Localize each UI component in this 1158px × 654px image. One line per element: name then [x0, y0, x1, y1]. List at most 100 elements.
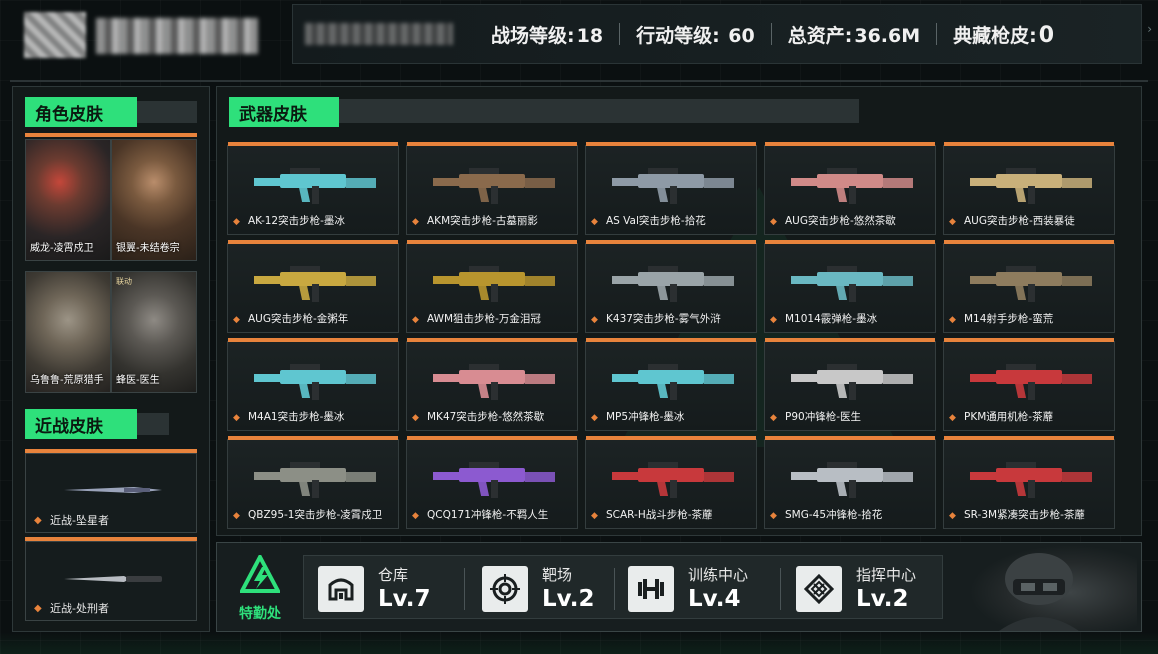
left-panel: 角色皮肤 威龙-凌霄戍卫 银翼-未结卷宗 乌鲁鲁-荒原猎手 联动 蜂医-医生 近… [12, 86, 210, 632]
stat-value: 60 [728, 24, 755, 47]
player-header: 战场等级: 18 行动等级: 60 总资产: 36.6M 典藏枪皮:0 › [0, 0, 1158, 76]
weapon-card[interactable]: ◆ AWM狙击步枪-万金泪冠 [406, 240, 578, 333]
weapon-icon [970, 168, 1092, 204]
orange-accent [944, 240, 1114, 244]
avatar[interactable] [24, 12, 86, 58]
orange-accent [228, 240, 398, 244]
weapon-card[interactable]: ◆ AUG突击步枪-悠然茶歇 [764, 142, 936, 235]
rarity-gem-icon: ◆ [770, 413, 777, 423]
weapon-card[interactable]: ◆ QCQ171冲锋枪-不羁人生 [406, 436, 578, 529]
rarity-gem-icon: ◆ [233, 315, 240, 325]
facility-training-center[interactable]: 训练中心 Lv.4 [628, 564, 788, 612]
melee-name: 近战-坠星者 [50, 514, 109, 527]
rarity-gem-icon: ◆ [233, 511, 240, 521]
rarity-gem-icon: ◆ [412, 413, 419, 423]
orange-accent [944, 436, 1114, 440]
orange-accent [228, 436, 398, 440]
facility-name: 靶场 [542, 566, 573, 584]
weapon-name: AWM狙击步枪-万金泪冠 [427, 313, 541, 325]
warehouse-icon [318, 566, 364, 612]
weapon-card[interactable]: ◆ SMG-45冲锋枪-拾花 [764, 436, 936, 529]
weapon-name: PKM通用机枪-茶蘼 [964, 411, 1054, 423]
facility-range[interactable]: 靶场 Lv.2 [482, 564, 622, 612]
weapon-name: AKM突击步枪-古墓丽影 [427, 215, 538, 227]
stat-label: 典藏枪皮: [953, 24, 1037, 47]
character-name: 银翼-未结卷宗 [116, 243, 180, 254]
command-icon [796, 566, 842, 612]
weapon-icon [791, 462, 913, 498]
weapon-icon [612, 168, 734, 204]
character-name: 乌鲁鲁-荒原猎手 [30, 375, 104, 386]
melee-card[interactable]: ◆ 近战-坠星者 [25, 453, 197, 533]
weapon-card[interactable]: ◆ M1014霰弹枪-墨冰 [764, 240, 936, 333]
orange-accent [944, 338, 1114, 342]
knife-icon [64, 576, 162, 582]
weapon-icon [254, 462, 376, 498]
weapon-icon [433, 364, 555, 400]
weapon-card[interactable]: ◆ QBZ95-1突击步枪-凌霄戍卫 [227, 436, 399, 529]
corner-chevron-icon: › [1147, 22, 1152, 36]
facility-level: Lv.2 [856, 586, 909, 612]
orange-accent [765, 240, 935, 244]
facility-warehouse[interactable]: 仓库 Lv.7 [318, 564, 458, 612]
title-tail [137, 101, 197, 123]
character-card[interactable]: 乌鲁鲁-荒原猎手 [25, 271, 111, 393]
collab-tag: 联动 [116, 277, 132, 286]
character-skins-title: 角色皮肤 [25, 97, 137, 127]
weapon-icon [433, 168, 555, 204]
player-id-redacted [305, 23, 453, 45]
weapon-card[interactable]: ◆ SR-3M紧凑突击步枪-茶蘼 [943, 436, 1115, 529]
weapon-card[interactable]: ◆ AS Val突击步枪-拾花 [585, 142, 757, 235]
special-ops-logo[interactable]: 特勤处 [227, 552, 293, 623]
weapon-icon [970, 364, 1092, 400]
weapon-name: SMG-45冲锋枪-拾花 [785, 509, 883, 521]
player-name-redacted [96, 18, 258, 54]
rarity-gem-icon: ◆ [412, 511, 419, 521]
stat-value: 0 [1038, 22, 1055, 48]
weapon-card[interactable]: ◆ P90冲锋枪-医生 [764, 338, 936, 431]
facility-command-center[interactable]: 指挥中心 Lv.2 [796, 564, 936, 612]
weapon-icon [612, 462, 734, 498]
target-icon [482, 566, 528, 612]
weapon-icon [791, 364, 913, 400]
rarity-gem-icon: ◆ [34, 603, 42, 614]
character-card[interactable]: 威龙-凌霄戍卫 [25, 139, 111, 261]
rarity-gem-icon: ◆ [949, 413, 956, 423]
orange-accent [586, 436, 756, 440]
weapon-card[interactable]: ◆ MK47突击步枪-悠然茶歇 [406, 338, 578, 431]
weapon-name: M1014霰弹枪-墨冰 [785, 313, 878, 325]
weapon-card[interactable]: ◆ MP5冲锋枪-墨冰 [585, 338, 757, 431]
weapon-icon [254, 364, 376, 400]
rarity-gem-icon: ◆ [412, 217, 419, 227]
character-card[interactable]: 联动 蜂医-医生 [111, 271, 197, 393]
rarity-gem-icon: ◆ [949, 511, 956, 521]
weapon-card[interactable]: ◆ AUG突击步枪-金粥年 [227, 240, 399, 333]
weapon-icon [254, 168, 376, 204]
character-name: 威龙-凌霄戍卫 [30, 243, 94, 254]
weapon-card[interactable]: ◆ K437突击步枪-雾气外浒 [585, 240, 757, 333]
weapon-card[interactable]: ◆ AUG突击步枪-西装暴徒 [943, 142, 1115, 235]
facility-name: 仓库 [378, 566, 409, 584]
stat-value: 18 [576, 24, 604, 47]
weapon-card[interactable]: ◆ M4A1突击步枪-墨冰 [227, 338, 399, 431]
soldier-helmet-icon [999, 553, 1079, 631]
melee-name: 近战-处刑者 [50, 602, 109, 615]
weapon-name: K437突击步枪-雾气外浒 [606, 313, 721, 325]
character-card[interactable]: 银翼-未结卷宗 [111, 139, 197, 261]
weapon-card[interactable]: ◆ PKM通用机枪-茶蘼 [943, 338, 1115, 431]
facility-strip: 仓库 Lv.7 靶场 Lv.2 训练中心 Lv.4 指挥中心 Lv.2 [303, 555, 943, 619]
weapon-card[interactable]: ◆ AKM突击步枪-古墓丽影 [406, 142, 578, 235]
weapon-card[interactable]: ◆ AK-12突击步枪-墨冰 [227, 142, 399, 235]
orange-accent [228, 142, 398, 146]
weapon-card[interactable]: ◆ SCAR-H战斗步枪-茶蘼 [585, 436, 757, 529]
stat-label: 总资产: [787, 24, 853, 47]
weapon-icon [254, 266, 376, 302]
orange-accent [765, 142, 935, 146]
weapon-icon [791, 266, 913, 302]
melee-card[interactable]: ◆ 近战-处刑者 [25, 541, 197, 621]
weapon-name: AUG突击步枪-悠然茶歇 [785, 215, 896, 227]
divider [780, 568, 781, 610]
facility-name: 训练中心 [688, 566, 749, 584]
weapon-card[interactable]: ◆ M14射手步枪-蛮荒 [943, 240, 1115, 333]
weapon-name: AS Val突击步枪-拾花 [606, 215, 706, 227]
